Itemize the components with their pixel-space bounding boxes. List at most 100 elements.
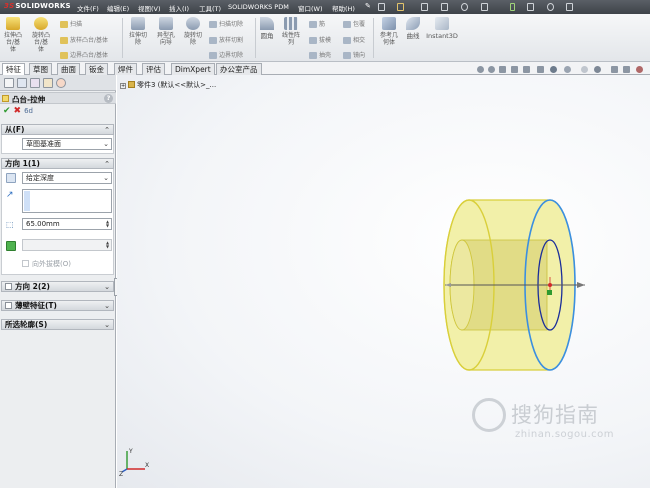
- graphics-area[interactable]: + 零件3 (默认<<默认>_... 搜狗指南 zhinan.sogou.com …: [117, 75, 650, 488]
- reverse-direction-icon[interactable]: [6, 173, 16, 183]
- feature-manager-tab-icon[interactable]: [4, 78, 14, 88]
- direction-reference-field[interactable]: [22, 189, 112, 213]
- swept-cut-button[interactable]: 扫描切除: [209, 19, 243, 28]
- ok-check-icon[interactable]: ✔: [3, 106, 11, 116]
- extrude-boss-button[interactable]: 拉伸凸 台/基 体: [2, 17, 24, 53]
- options-dropdown-icon[interactable]: [566, 3, 573, 11]
- undo-icon[interactable]: [461, 3, 468, 11]
- tab-weldments[interactable]: 焊件: [114, 63, 137, 75]
- maximize-icon[interactable]: [623, 66, 630, 73]
- view-settings-icon[interactable]: [594, 66, 601, 73]
- shell-button[interactable]: 抽壳: [309, 50, 331, 59]
- extrude-preview-model[interactable]: [435, 195, 590, 375]
- from-start-select[interactable]: 草图基准面 ⌄: [22, 138, 112, 150]
- zoom-to-fit-icon[interactable]: [477, 66, 484, 73]
- revolve-cut-button[interactable]: 旋转切 除: [180, 17, 206, 46]
- from-group-header[interactable]: 从(F) ⌃: [1, 124, 114, 135]
- tab-surfaces[interactable]: 曲面: [57, 63, 80, 75]
- pin-menu-icon[interactable]: ✎: [365, 2, 371, 10]
- detailed-preview-icon[interactable]: 6​d: [24, 107, 33, 115]
- print-icon[interactable]: [441, 3, 448, 11]
- tab-office-products[interactable]: 办公室产品: [216, 63, 262, 75]
- apply-scene-icon[interactable]: [581, 66, 588, 73]
- extrude-cut-button[interactable]: 拉伸切 除: [125, 17, 151, 46]
- direction2-checkbox[interactable]: [5, 283, 12, 290]
- shell-label: 抽壳: [319, 52, 332, 59]
- dimxpert-manager-tab-icon[interactable]: [43, 78, 53, 88]
- sweep-button[interactable]: 扫描: [60, 19, 82, 28]
- draft-outward-option[interactable]: 向外拔模(O): [22, 259, 71, 269]
- linear-pattern-icon: [284, 17, 298, 30]
- menu-window[interactable]: 窗口(W): [298, 3, 323, 13]
- edit-appearance-icon[interactable]: [564, 66, 571, 73]
- section-view-icon[interactable]: [511, 66, 518, 73]
- cancel-x-icon[interactable]: ✖: [14, 106, 22, 116]
- selected-contours-group-header[interactable]: 所选轮廓(S) ⌄: [1, 319, 114, 330]
- tab-sketch[interactable]: 草图: [29, 63, 52, 75]
- new-document-icon[interactable]: [378, 3, 385, 11]
- view-orientation-icon[interactable]: [523, 66, 530, 73]
- select-icon[interactable]: [481, 3, 488, 11]
- hide-show-items-icon[interactable]: [550, 66, 557, 73]
- extrude-arrow-right-icon[interactable]: [577, 282, 585, 288]
- draft-button[interactable]: 拔模: [309, 35, 331, 44]
- draft-outward-checkbox[interactable]: [22, 260, 29, 267]
- close-window-icon[interactable]: [636, 66, 643, 73]
- reference-triad: Y X Z: [119, 448, 149, 477]
- draft-on-off-icon[interactable]: [6, 241, 16, 251]
- boundary-boss-button[interactable]: 边界凸台/基体: [60, 50, 108, 59]
- thin-feature-checkbox[interactable]: [5, 302, 12, 309]
- display-manager-tab-icon[interactable]: [56, 78, 66, 88]
- direction1-group-body: 给定深度 ⌄ ↗ ⬚ 65.00mm ▲ ▼ ▲ ▼ 向外拔模(O): [1, 169, 114, 275]
- reference-geometry-button[interactable]: 参考几 何体: [376, 17, 402, 46]
- depth-spinner-icon[interactable]: ▲ ▼: [105, 220, 110, 229]
- mirror-button[interactable]: 镜向: [343, 50, 365, 59]
- boundary-cut-button[interactable]: 边界切除: [209, 50, 243, 59]
- menu-help[interactable]: 帮助(H): [332, 3, 355, 13]
- curves-button[interactable]: 曲线: [403, 17, 423, 40]
- previous-view-icon[interactable]: [499, 66, 506, 73]
- menu-insert[interactable]: 插入(I): [169, 3, 189, 13]
- fillet-button[interactable]: 圆角: [257, 17, 277, 40]
- menu-edit[interactable]: 编辑(E): [107, 3, 129, 13]
- direction1-group-header[interactable]: 方向 1(1) ⌃: [1, 158, 114, 169]
- property-manager-tab-icon[interactable]: [17, 78, 27, 88]
- restore-down-icon[interactable]: [611, 66, 618, 73]
- menu-pdm[interactable]: SOLIDWORKS PDM: [228, 3, 289, 11]
- draft-angle-input[interactable]: ▲ ▼: [22, 239, 112, 251]
- zoom-to-area-icon[interactable]: [488, 66, 495, 73]
- instant3d-button[interactable]: Instant3D: [424, 17, 460, 40]
- hole-wizard-button[interactable]: 异型孔 向导: [153, 17, 179, 46]
- menu-tools[interactable]: 工具(T): [199, 3, 221, 13]
- configuration-manager-tab-icon[interactable]: [30, 78, 40, 88]
- flyout-feature-tree[interactable]: + 零件3 (默认<<默认>_...: [120, 80, 216, 90]
- linear-pattern-button[interactable]: 线性阵 列: [279, 17, 303, 46]
- open-folder-icon[interactable]: [397, 3, 404, 11]
- save-icon[interactable]: [421, 3, 428, 11]
- draft-angle-spinner-icon[interactable]: ▲ ▼: [105, 241, 110, 250]
- rib-button[interactable]: 筋: [309, 19, 325, 28]
- file-properties-icon[interactable]: [527, 3, 534, 11]
- rebuild-icon[interactable]: [510, 3, 515, 11]
- revolve-boss-button[interactable]: 旋转凸 台/基 体: [28, 17, 54, 53]
- display-style-icon[interactable]: [537, 66, 544, 73]
- origin-handle-icon[interactable]: [547, 290, 552, 295]
- menu-file[interactable]: 文件(F): [77, 3, 99, 13]
- hole-wizard-icon: [159, 17, 173, 30]
- end-condition-select[interactable]: 给定深度 ⌄: [22, 172, 112, 184]
- tab-sheet-metal[interactable]: 钣金: [85, 63, 108, 75]
- tab-dimxpert[interactable]: DimXpert: [171, 63, 215, 75]
- lofted-cut-button[interactable]: 放样切割: [209, 35, 243, 44]
- help-icon[interactable]: ?: [104, 94, 113, 103]
- intersect-button[interactable]: 相交: [343, 35, 365, 44]
- wrap-button[interactable]: 包覆: [343, 19, 365, 28]
- expand-plus-icon[interactable]: +: [120, 83, 126, 89]
- menu-view[interactable]: 视图(V): [138, 3, 161, 13]
- reference-geometry-icon: [382, 17, 396, 30]
- direction2-group-header[interactable]: 方向 2(2) ⌄: [1, 281, 114, 292]
- thin-feature-group-header[interactable]: 薄壁特征(T) ⌄: [1, 300, 114, 311]
- tab-evaluate[interactable]: 评估: [142, 63, 165, 75]
- depth-input[interactable]: 65.00mm ▲ ▼: [22, 218, 112, 230]
- loft-button[interactable]: 放样凸台/基体: [60, 35, 108, 44]
- options-gear-icon[interactable]: [547, 3, 554, 11]
